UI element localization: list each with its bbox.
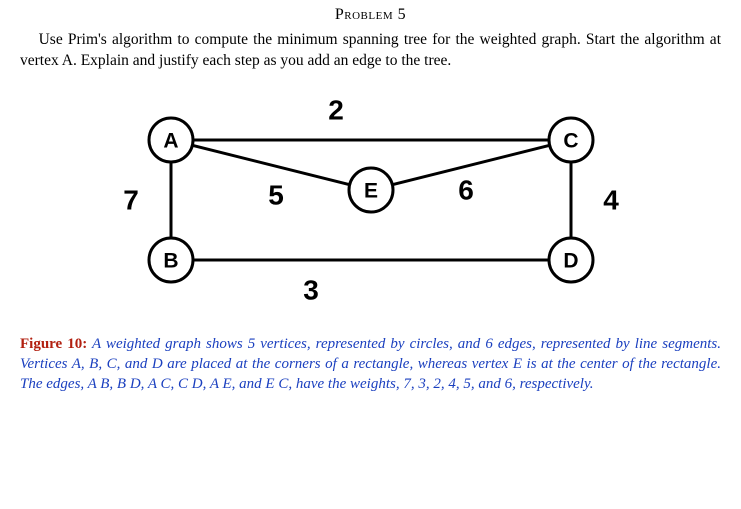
edge-weight-A-C: 2 (328, 94, 344, 125)
edge-weight-B-D: 3 (303, 274, 319, 305)
node-label-D: D (563, 249, 578, 272)
figure-caption: Figure 10: A weighted graph shows 5 vert… (20, 334, 721, 395)
graph-figure: 7 3 2 4 5 6 A B C D E (91, 90, 651, 310)
node-A: A (149, 118, 193, 162)
node-B: B (149, 238, 193, 282)
edge-weight-C-D: 4 (603, 184, 619, 215)
problem-prompt: Use Prim's algorithm to compute the mini… (20, 30, 721, 72)
node-label-B: B (163, 249, 178, 272)
problem-title: Problem 5 (20, 6, 721, 24)
node-C: C (549, 118, 593, 162)
nodes-layer: A B C D E (149, 118, 593, 282)
edge-weight-A-B: 7 (123, 184, 139, 215)
node-label-C: C (563, 129, 578, 152)
caption-label: Figure 10: (20, 336, 87, 352)
edge-weight-E-C: 6 (458, 174, 474, 205)
node-D: D (549, 238, 593, 282)
caption-text: A weighted graph shows 5 vertices, repre… (20, 336, 721, 393)
page: Problem 5 Use Prim's algorithm to comput… (0, 0, 741, 395)
node-E: E (349, 168, 393, 212)
node-label-A: A (163, 129, 178, 152)
figure-wrap: 7 3 2 4 5 6 A B C D E (20, 90, 721, 310)
edge-weight-A-E: 5 (268, 179, 284, 210)
node-label-E: E (363, 179, 377, 202)
